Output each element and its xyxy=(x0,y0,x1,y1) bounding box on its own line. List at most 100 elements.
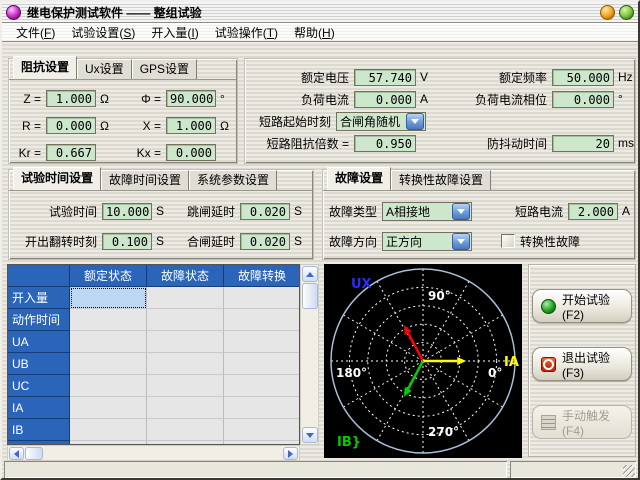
menu-item-F[interactable]: 文件(F) xyxy=(8,23,63,42)
fault-checkbox[interactable] xyxy=(501,234,515,248)
table-vertical-scrollbar[interactable] xyxy=(300,264,319,445)
table-cell-5-2[interactable] xyxy=(224,397,300,419)
source-input-1-0[interactable]: 0.000 xyxy=(354,91,416,108)
fault-dropdown-1[interactable]: 正方向 xyxy=(382,232,472,251)
table-cell-4-0[interactable] xyxy=(70,375,147,397)
row-header-6: IB xyxy=(8,419,70,441)
impedance-input-0-0[interactable]: 1.000 xyxy=(46,90,96,107)
tab-fault-1[interactable]: 转换性故障设置 xyxy=(391,170,491,190)
menu-item-T[interactable]: 试验操作(T) xyxy=(207,23,286,42)
source-label-0-1: 额定频率 xyxy=(461,69,547,86)
impedance-input-1-0[interactable]: 0.000 xyxy=(46,117,96,134)
source-dropdown-2[interactable]: 合闸角随机 xyxy=(336,112,426,131)
fault-input-0-1[interactable]: 2.000 xyxy=(568,203,618,220)
table-cell-4-1[interactable] xyxy=(147,375,224,397)
table-cell-0-2[interactable] xyxy=(224,287,300,309)
source-input-0-0[interactable]: 57.740 xyxy=(354,69,416,86)
manual-icon xyxy=(541,415,556,430)
dropdown-button[interactable] xyxy=(452,233,470,250)
action-button-0[interactable]: 开始试验(F2) xyxy=(532,289,632,323)
source-input-1-1[interactable]: 0.000 xyxy=(552,91,614,108)
source-label-3-0: 短路阻抗倍数 = xyxy=(245,135,349,152)
close-button[interactable] xyxy=(619,5,634,20)
resize-grip[interactable] xyxy=(623,465,635,477)
axis-label-3: 270° xyxy=(428,425,459,439)
fault-checkbox-label: 转换性故障 xyxy=(520,233,580,250)
scroll-left-button[interactable] xyxy=(9,447,24,460)
table-cell-2-0[interactable] xyxy=(70,331,147,353)
source-input-3-1[interactable]: 20 xyxy=(552,135,614,152)
source-unit-3-1: ms xyxy=(618,136,634,150)
impedance-fields: Z =1.000ΩΦ =90.000°R =0.000ΩX =1.000ΩKr … xyxy=(9,80,237,166)
impedance-input-2-1[interactable]: 0.000 xyxy=(166,144,216,161)
menu-item-S[interactable]: 试验设置(S) xyxy=(63,23,143,42)
fault-dropdown-0[interactable]: A相接地 xyxy=(382,202,472,221)
timing-tabstrip: 试验时间设置故障时间设置系统参数设置 xyxy=(9,170,313,191)
timing-input-1-0[interactable]: 0.100 xyxy=(102,233,152,250)
tab-timing-0[interactable]: 试验时间设置 xyxy=(13,167,101,190)
fault-row-0: 故障类型A相接地短路电流2.000A xyxy=(323,196,635,226)
table-cell-2-2[interactable] xyxy=(224,331,300,353)
minimize-button[interactable] xyxy=(600,5,615,20)
table-cell-5-1[interactable] xyxy=(147,397,224,419)
table-cell-1-2[interactable] xyxy=(224,309,300,331)
menu-item-H[interactable]: 帮助(H) xyxy=(286,23,343,42)
impedance-input-2-0[interactable]: 0.667 xyxy=(46,144,96,161)
table-cell-6-1[interactable] xyxy=(147,419,224,441)
timing-label-0-0: 试验时间 xyxy=(9,203,97,220)
timing-label-0-1: 跳闸延时 xyxy=(177,203,235,220)
dropdown-button[interactable] xyxy=(406,113,424,130)
table-horizontal-scrollbar[interactable] xyxy=(7,445,300,461)
table-cell-1-0[interactable] xyxy=(70,309,147,331)
fault-fields: 故障类型A相接地短路电流2.000A故障方向正方向转换性故障 xyxy=(323,191,635,256)
scroll-down-button[interactable] xyxy=(302,427,318,443)
fault-label-0-1: 短路电流 xyxy=(501,203,563,220)
vertical-scroll-thumb[interactable] xyxy=(302,283,318,309)
table-cell-0-1[interactable] xyxy=(147,287,224,309)
timing-input-0-1[interactable]: 0.020 xyxy=(240,203,290,220)
table-cell-6-0[interactable] xyxy=(70,419,147,441)
source-unit-0-0: V xyxy=(420,70,428,84)
source-label-3-1: 防抖动时间 xyxy=(461,135,547,152)
tab-impedance-0[interactable]: 阻抗设置 xyxy=(13,56,77,79)
table-cell-5-0[interactable] xyxy=(70,397,147,419)
source-input-3-0[interactable]: 0.950 xyxy=(354,135,416,152)
table-cell-2-1[interactable] xyxy=(147,331,224,353)
source-field-0-1: 额定频率50.000Hz xyxy=(461,69,633,86)
timing-input-0-0[interactable]: 10.000 xyxy=(102,203,152,220)
timing-field-0-1: 跳闸延时0.020S xyxy=(177,203,302,220)
table-row: IB xyxy=(8,419,299,441)
menu-item-I[interactable]: 开入量(I) xyxy=(143,23,206,42)
impedance-input-1-1[interactable]: 1.000 xyxy=(166,117,216,134)
table-cell-1-1[interactable] xyxy=(147,309,224,331)
tab-impedance-1[interactable]: Ux设置 xyxy=(77,59,132,79)
table-cell-6-2[interactable] xyxy=(224,419,300,441)
axis-label-1: 180° xyxy=(336,366,367,380)
dropdown-button[interactable] xyxy=(452,203,470,220)
tab-fault-0[interactable]: 故障设置 xyxy=(327,167,391,190)
impedance-row-1: R =0.000ΩX =1.000Ω xyxy=(9,112,237,139)
column-header-2: 故障转换 xyxy=(224,265,300,287)
source-field-2-0: 短路起始时刻合闸角随机 xyxy=(245,112,461,131)
table-cell-3-2[interactable] xyxy=(224,353,300,375)
fault-dropdown-value: A相接地 xyxy=(383,203,451,220)
tab-impedance-2[interactable]: GPS设置 xyxy=(132,59,197,79)
table-cell-4-2[interactable] xyxy=(224,375,300,397)
axis-label-0: 90° xyxy=(428,289,451,303)
table-cell-3-0[interactable] xyxy=(70,353,147,375)
fault-label-0-0: 故障类型 xyxy=(323,203,377,220)
table-cell-3-1[interactable] xyxy=(147,353,224,375)
chevron-down-icon xyxy=(457,239,465,244)
horizontal-scroll-thumb[interactable] xyxy=(25,447,43,460)
action-button-1[interactable]: 退出试验(F3) xyxy=(532,347,632,381)
scroll-right-button[interactable] xyxy=(283,447,298,460)
timing-input-1-1[interactable]: 0.020 xyxy=(240,233,290,250)
tab-timing-1[interactable]: 故障时间设置 xyxy=(101,170,189,190)
source-input-0-1[interactable]: 50.000 xyxy=(552,69,614,86)
table-cell-0-0[interactable] xyxy=(70,287,147,309)
source-field-3-0: 短路阻抗倍数 = 0.950 xyxy=(245,135,461,152)
table-row: 动作时间 xyxy=(8,309,299,331)
impedance-input-0-1[interactable]: 90.000 xyxy=(166,90,216,107)
tab-timing-2[interactable]: 系统参数设置 xyxy=(189,170,277,190)
scroll-up-button[interactable] xyxy=(302,266,318,282)
